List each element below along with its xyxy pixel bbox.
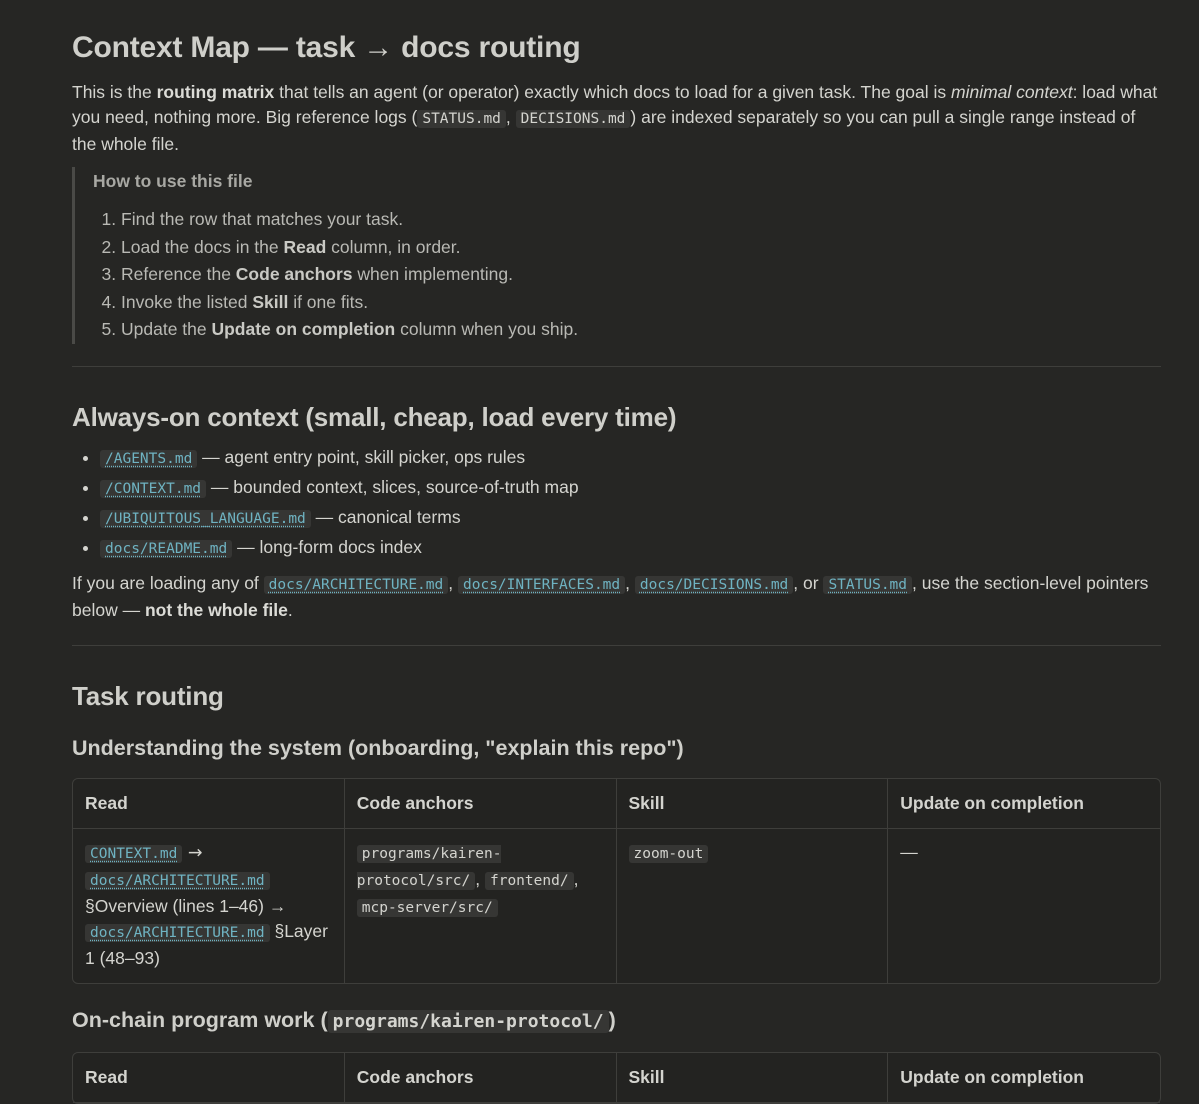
step-text: column when you ship.	[395, 319, 579, 339]
section-heading-onchain: On-chain program work (programs/kairen-p…	[72, 1006, 1161, 1036]
always-on-list: /AGENTS.md — agent entry point, skill pi…	[72, 443, 1161, 563]
table-header-row: Read Code anchors Skill Update on comple…	[73, 1052, 1160, 1103]
note-text: , or	[793, 572, 824, 593]
intro-bold: routing matrix	[156, 82, 275, 102]
step-text: Reference the	[121, 264, 236, 284]
always-on-item: /UBIQUITOUS_LANGUAGE.md — canonical term…	[100, 503, 1161, 533]
doc-link[interactable]: CONTEXT.md	[85, 844, 183, 863]
cell-skill: zoom-out	[617, 828, 889, 983]
doc-link[interactable]: STATUS.md	[823, 575, 913, 594]
column-header-code-anchors: Code anchors	[344, 1052, 617, 1103]
item-desc: — canonical terms	[310, 506, 461, 527]
inline-code: mcp-server/src/	[356, 898, 498, 917]
cell-text: ,	[573, 868, 579, 889]
routing-table-onchain: Read Code anchors Skill Update on comple…	[72, 1051, 1161, 1104]
cell-text: §Overview (lines 1–46) →	[85, 895, 287, 916]
doc-link[interactable]: docs/ARCHITECTURE.md	[263, 575, 449, 594]
routing-table-onboarding: Read Code anchors Skill Update on comple…	[72, 777, 1161, 984]
step-text: Find the row that matches your task.	[121, 209, 404, 229]
inline-code: zoom-out	[628, 844, 709, 863]
note-bold: not the whole file	[144, 599, 288, 620]
always-on-note: If you are loading any of docs/ARCHITECT…	[72, 571, 1161, 623]
intro-italic: minimal context	[951, 82, 1073, 102]
divider	[72, 644, 1161, 646]
arrow-text: →	[182, 842, 203, 863]
cell-read: CONTEXT.md → docs/ARCHITECTURE.md §Overv…	[73, 828, 345, 983]
always-on-heading: Always-on context (small, cheap, load ev…	[72, 401, 677, 432]
note-text: If you are loading any of	[72, 572, 264, 593]
column-header-update: Update on completion	[888, 1053, 1160, 1103]
column-header-read: Read	[73, 1052, 345, 1103]
steps-list: Find the row that matches your task. Loa…	[93, 206, 1161, 344]
cell-text: ,	[475, 868, 485, 889]
cell-code-anchors: programs/kairen-protocol/src/, frontend/…	[345, 828, 617, 983]
step-bold: Update on completion	[211, 319, 396, 339]
inline-code: programs/kairen-protocol/	[327, 1009, 609, 1033]
column-header-code-anchors: Code anchors	[344, 778, 617, 829]
inline-code: DECISIONS.md	[515, 110, 631, 128]
step-text: if one fits.	[288, 291, 369, 312]
doc-link[interactable]: docs/INTERFACES.md	[458, 575, 626, 594]
step-item: Load the docs in the Read column, in ord…	[121, 234, 1161, 262]
step-text: column, in order.	[326, 236, 461, 257]
item-desc: — long-form docs index	[232, 536, 422, 557]
step-text: Invoke the listed	[121, 291, 253, 312]
table-header-row: Read Code anchors Skill Update on comple…	[73, 778, 1160, 829]
step-text: Update the	[121, 319, 212, 339]
always-on-item: /AGENTS.md — agent entry point, skill pi…	[100, 443, 1161, 473]
step-item: Invoke the listed Skill if one fits.	[121, 289, 1161, 317]
intro-text: This is the	[72, 82, 157, 102]
doc-link[interactable]: /UBIQUITOUS_LANGUAGE.md	[100, 509, 311, 528]
step-item: Find the row that matches your task.	[121, 206, 1161, 234]
cell-update: —	[900, 841, 918, 862]
item-desc: — bounded context, slices, source-of-tru…	[206, 476, 579, 497]
task-routing-heading: Task routing	[72, 680, 224, 711]
callout-title: How to use this file	[93, 171, 253, 191]
step-bold: Code anchors	[235, 264, 353, 284]
doc-link[interactable]: /AGENTS.md	[100, 449, 198, 468]
always-on-item: /CONTEXT.md — bounded context, slices, s…	[100, 473, 1161, 503]
inline-code: STATUS.md	[417, 110, 506, 128]
step-text: Load the docs in the	[121, 236, 284, 257]
step-item: Reference the Code anchors when implemen…	[121, 261, 1161, 289]
step-item: Update the Update on completion column w…	[121, 316, 1161, 344]
note-text: ,	[448, 572, 458, 593]
step-bold: Read	[283, 236, 327, 257]
always-on-item: docs/README.md — long-form docs index	[100, 533, 1161, 563]
step-text: when implementing.	[352, 264, 513, 284]
divider	[72, 365, 1161, 367]
intro-paragraph: This is the routing matrix that tells an…	[72, 80, 1161, 157]
document-page: Context Map — task → docs routing This i…	[0, 0, 1199, 1104]
intro-text: that tells an agent (or operator) exactl…	[274, 82, 951, 102]
page-title: Context Map — task → docs routing	[72, 31, 581, 64]
item-desc: — agent entry point, skill picker, ops r…	[197, 446, 526, 467]
column-header-update: Update on completion	[888, 779, 1160, 829]
table-row: CONTEXT.md → docs/ARCHITECTURE.md §Overv…	[73, 828, 1160, 983]
step-bold: Skill	[252, 291, 289, 312]
doc-link[interactable]: /CONTEXT.md	[100, 479, 207, 498]
column-header-read: Read	[73, 778, 345, 829]
heading-text: )	[608, 1007, 616, 1032]
column-header-skill: Skill	[616, 1052, 889, 1103]
column-header-skill: Skill	[616, 778, 889, 829]
intro-text: ,	[505, 107, 516, 127]
heading-text: On-chain program work (	[72, 1007, 328, 1032]
section-heading-onboarding: Understanding the system (onboarding, "e…	[72, 735, 684, 760]
doc-link[interactable]: docs/README.md	[100, 539, 233, 558]
inline-code: frontend/	[484, 871, 574, 890]
doc-link[interactable]: docs/DECISIONS.md	[634, 575, 794, 594]
doc-link[interactable]: docs/ARCHITECTURE.md	[85, 871, 270, 890]
doc-link[interactable]: docs/ARCHITECTURE.md	[85, 923, 270, 942]
note-text: .	[287, 599, 293, 620]
note-text: ,	[625, 572, 635, 593]
how-to-callout: How to use this file Find the row that m…	[72, 167, 1161, 344]
